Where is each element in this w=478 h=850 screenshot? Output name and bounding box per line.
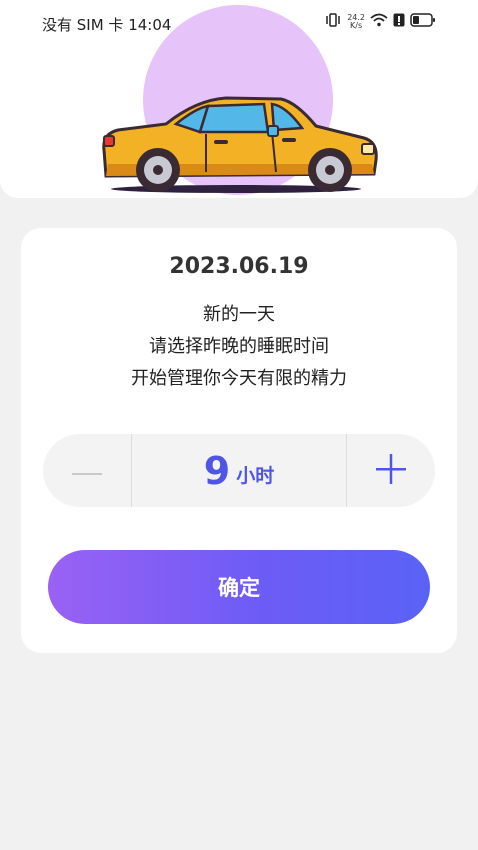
status-icons: 24.2 K/s (324, 12, 436, 31)
hours-value: 9 (203, 448, 231, 493)
hours-unit: 小时 (236, 465, 275, 487)
greeting-text: 新的一天 (203, 304, 275, 325)
date-label: 2023.06.19 (169, 254, 309, 279)
tagline-text: 开始管理你今天有限的精力 (131, 368, 347, 389)
sleep-card: 2023.06.19 新的一天 请选择昨晚的睡眠时间 开始管理你今天有限的精力 … (21, 228, 457, 653)
car-icon (96, 90, 382, 198)
wifi-icon (370, 12, 388, 31)
vibrate-icon (324, 12, 342, 31)
alert-icon (393, 12, 405, 31)
hours-value-display: 9 小时 (132, 434, 346, 507)
instruction-text: 请选择昨晚的睡眠时间 (149, 336, 329, 357)
screen: 没有 SIM 卡 14:04 24.2 K/s 2023.06.19 新的一天 … (0, 0, 478, 850)
decrease-button[interactable] (43, 434, 131, 507)
hours-stepper: 9 小时 (43, 434, 435, 507)
net-speed-unit: K/s (350, 20, 363, 30)
status-carrier-time: 没有 SIM 卡 14:04 (42, 16, 172, 34)
increase-button[interactable] (347, 434, 435, 507)
battery-icon (410, 12, 436, 31)
status-bar: 没有 SIM 卡 14:04 24.2 K/s (0, 0, 478, 44)
plus-icon (376, 453, 406, 488)
confirm-button[interactable]: 确定 (48, 550, 430, 624)
header: 没有 SIM 卡 14:04 24.2 K/s (0, 0, 478, 198)
minus-icon (72, 461, 102, 480)
net-speed: 24.2 K/s (347, 13, 365, 30)
